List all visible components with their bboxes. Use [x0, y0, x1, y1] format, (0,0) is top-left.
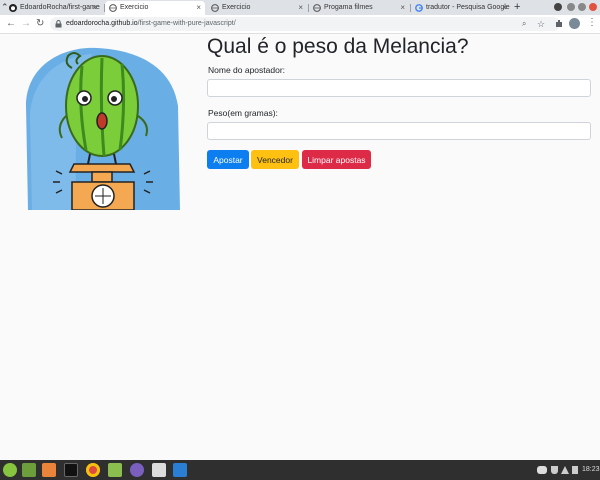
- weight-input[interactable]: [207, 122, 591, 140]
- vscode-icon[interactable]: [173, 463, 187, 477]
- google-icon: [415, 4, 423, 12]
- browser-toolbar: ← → ↻ edoardorocha.github.io/first-game-…: [0, 15, 600, 34]
- folder-icon[interactable]: [108, 463, 122, 477]
- forward-button[interactable]: →: [21, 16, 31, 32]
- reload-button[interactable]: ↻: [36, 16, 44, 32]
- volume-tray-icon[interactable]: [572, 466, 578, 474]
- tab-exercicio-active[interactable]: Exercicio ×: [105, 1, 205, 15]
- mouth: [96, 112, 108, 130]
- left-pupil: [82, 96, 88, 102]
- shield-tray-icon[interactable]: [551, 466, 558, 474]
- watermelon-illustration: [26, 47, 180, 210]
- scale-platform: [68, 163, 136, 173]
- tab-github[interactable]: EdoardoRocha/first-game ×: [5, 1, 101, 15]
- close-icon[interactable]: ×: [502, 1, 507, 15]
- globe-icon: [313, 4, 321, 12]
- menu-icon[interactable]: ⋮: [587, 16, 597, 30]
- mint-menu-icon[interactable]: [3, 463, 17, 477]
- back-button[interactable]: ←: [6, 16, 16, 32]
- software-icon[interactable]: [42, 463, 56, 477]
- bet-button[interactable]: Apostar: [207, 150, 249, 169]
- tab-strip: ⌃ EdoardoRocha/first-game × Exercicio × …: [0, 0, 600, 15]
- tab-progama-filmes[interactable]: Progama filmes ×: [309, 1, 409, 15]
- lock-icon: [55, 20, 62, 28]
- name-input[interactable]: [207, 79, 591, 97]
- taskbar: 18:23: [0, 460, 600, 480]
- url-text: edoardorocha.github.io/first-game-with-p…: [66, 17, 236, 31]
- github-icon: [9, 4, 17, 12]
- globe-icon: [109, 4, 117, 12]
- tab-label: Exercicio: [222, 4, 251, 11]
- url-path: /first-game-with-pure-javascript/: [137, 20, 236, 27]
- page-content: Qual é o peso da Melancia? Nome do apost…: [0, 34, 600, 460]
- scale-neck: [91, 171, 113, 183]
- minimize-button[interactable]: [567, 3, 575, 11]
- name-label: Nome do apostador:: [208, 65, 286, 75]
- network-tray-icon[interactable]: [561, 466, 569, 474]
- clear-bets-button[interactable]: Limpar apostas: [302, 150, 371, 169]
- typora-icon[interactable]: [152, 463, 166, 477]
- url-host: edoardorocha.github.io: [66, 20, 138, 27]
- discord-tray-icon[interactable]: [537, 466, 547, 474]
- tab-label: EdoardoRocha/first-game: [20, 4, 100, 11]
- chrome-icon[interactable]: [86, 463, 100, 477]
- globe-icon: [211, 4, 219, 12]
- clock: 18:23: [582, 466, 600, 473]
- record-icon: [554, 3, 562, 11]
- files-icon[interactable]: [22, 463, 36, 477]
- close-window-button[interactable]: [589, 3, 597, 11]
- page-title: Qual é o peso da Melancia?: [207, 35, 469, 58]
- address-bar[interactable]: edoardorocha.github.io/first-game-with-p…: [50, 17, 560, 31]
- winner-button[interactable]: Vencedor: [251, 150, 299, 169]
- tab-label: Exercicio: [120, 4, 149, 11]
- close-icon[interactable]: ×: [92, 1, 97, 15]
- tab-label: tradutor - Pesquisa Google: [426, 4, 510, 11]
- new-tab-button[interactable]: +: [514, 0, 520, 15]
- tab-label: Progama filmes: [324, 4, 373, 11]
- right-pupil: [111, 96, 117, 102]
- close-icon[interactable]: ×: [400, 1, 405, 15]
- terminal-icon[interactable]: [64, 463, 78, 477]
- star-icon[interactable]: ☆: [537, 17, 545, 31]
- github-desktop-icon[interactable]: [130, 463, 144, 477]
- close-icon[interactable]: ×: [298, 1, 303, 15]
- tab-google[interactable]: tradutor - Pesquisa Google ×: [411, 1, 511, 15]
- extensions-icon[interactable]: [555, 19, 564, 28]
- maximize-button[interactable]: [578, 3, 586, 11]
- weight-label: Peso(em gramas):: [208, 108, 278, 118]
- tab-exercicio[interactable]: Exercicio ×: [207, 1, 307, 15]
- avatar[interactable]: [569, 18, 580, 29]
- zoom-icon[interactable]: ⌕: [522, 17, 526, 31]
- close-icon[interactable]: ×: [196, 1, 201, 15]
